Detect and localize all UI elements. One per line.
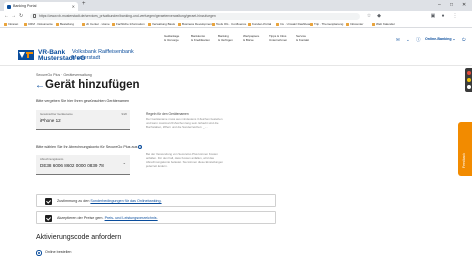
feedback-label: Feedback <box>462 153 466 168</box>
minimize-icon[interactable]: – <box>438 0 441 10</box>
nav-item[interactable]: Banking & Verfügen <box>218 34 233 42</box>
favicon-icon <box>7 4 11 9</box>
device-help-title: Regeln für den Gerätenamen <box>146 112 189 116</box>
forward-nav-icon[interactable]: → <box>11 12 16 20</box>
bookmark-item[interactable]: Tools OG · Confluence <box>212 21 246 28</box>
page-title: Gerät hinzufügen <box>45 79 140 91</box>
screen: Banking Portal ✕ + – □ ✕ ← → ↻ https://w… <box>0 0 472 262</box>
menu-icon[interactable]: ⋮ <box>452 13 458 19</box>
consent-prices-box[interactable]: Akzeptieren der Preise gem. Preis- und L… <box>36 211 276 224</box>
browser-tab[interactable]: Banking Portal ✕ <box>4 2 78 11</box>
close-window-icon[interactable]: ✕ <box>462 0 466 10</box>
info-icon[interactable]: i <box>138 145 143 150</box>
user-icon[interactable] <box>466 85 471 89</box>
notification-icon[interactable] <box>466 71 471 75</box>
address-bar[interactable]: https://www.vb-musterstadt.de/services_p… <box>30 12 360 20</box>
bookmark-item[interactable]: Inv · Umsatz Dashboard <box>276 21 312 28</box>
device-name-input[interactable]: Gewünschter Gerätename 9/20 iPhone 12 <box>36 110 130 130</box>
breadcrumb[interactable]: SecureGo Plus · Geräteverwaltung <box>36 73 92 77</box>
browser-toolbar: ← → ↻ https://www.vb-musterstadt.de/serv… <box>0 11 472 21</box>
nav-item[interactable]: Wertpapiere & Börse <box>243 34 259 42</box>
consent-terms-text: Zustimmung zu den Sonderbedingungen für … <box>57 199 162 203</box>
device-name-label: Gewünschter Gerätename <box>40 112 73 116</box>
star-icon[interactable] <box>466 78 471 82</box>
reload-icon[interactable]: ↻ <box>19 12 23 20</box>
bookmark-item[interactable]: Verwaltung Basis <box>148 21 175 28</box>
consent-prices-text: Akzeptieren der Preise gem. Preis- und L… <box>57 216 158 220</box>
bookmark-item[interactable]: Infocenter <box>346 21 363 28</box>
account-intro-text: Bitte wählen Sie Ihr Abrechnungskonto fü… <box>36 145 143 150</box>
lock-icon <box>33 14 36 18</box>
chevron-down-icon[interactable]: ⌄ <box>406 37 410 43</box>
back-arrow-icon[interactable]: ← <box>35 81 45 91</box>
bookmark-item[interactable]: Intranet <box>4 21 18 28</box>
terms-link[interactable]: Sonderbedingungen für das Onlinebanking. <box>90 199 161 203</box>
bookmark-item[interactable]: Business Development <box>178 21 213 28</box>
account-value: DE38 6006 8602 0000 0839 78 <box>40 162 104 168</box>
bookmarks-bar: Intranet CRM · Dokumente Bestellung vb C… <box>0 21 472 28</box>
device-intro-text: Bitte vergeben Sie hier Ihren gewünschte… <box>36 99 130 103</box>
online-banking-link[interactable]: Online-Banking ⌄ <box>425 37 456 41</box>
maximize-icon[interactable]: □ <box>450 0 453 10</box>
device-name-value[interactable]: iPhone 12 <box>40 118 61 123</box>
bank-alt-name-line2: Musterstadt <box>72 55 101 61</box>
order-online-radio[interactable] <box>36 250 42 256</box>
account-label: Abrechnungskonto <box>40 157 64 161</box>
bookmark-item[interactable]: vb Center · Home <box>82 21 110 28</box>
character-counter: 9/20 <box>121 112 127 116</box>
device-help-text: Der Gerätename muss aus mindestens 3 Zei… <box>146 117 223 129</box>
bank-logo-icon[interactable] <box>18 50 34 60</box>
nav-item[interactable]: Bankkonto & Kreditkarten <box>191 34 210 42</box>
prices-link[interactable]: Preis- und Leistungsverzeichnis. <box>105 216 158 220</box>
close-tab-icon[interactable]: ✕ <box>72 2 75 11</box>
nav-item[interactable]: Geldanlage & Vorsorge <box>164 34 179 42</box>
bookmark-item[interactable]: Kunden-Portal <box>248 21 271 28</box>
extension-icon[interactable]: ◆ <box>376 13 382 19</box>
consent-terms-checkbox[interactable] <box>45 198 52 205</box>
order-online-label[interactable]: Online bestellen <box>45 250 71 256</box>
account-help-text: Bei der Verwendung von SecureGo Plus kön… <box>146 152 223 168</box>
site-header: VR-Bank Musterstadt eG Volksbank Raiffei… <box>0 28 472 66</box>
bookmark-item[interactable]: Trip · Themenplanung <box>310 21 343 28</box>
mail-icon[interactable]: ✉ <box>396 37 400 43</box>
logout-icon[interactable]: ⏻ <box>462 37 466 42</box>
section-title: Aktivierungscode anfordern <box>36 234 122 241</box>
browser-tabstrip: Banking Portal ✕ + – □ ✕ <box>0 0 472 11</box>
bookmark-item[interactable]: Web Kalender <box>372 21 395 28</box>
tab-title: Banking Portal <box>13 4 37 8</box>
nav-item[interactable]: Tipps & Infos Unternehmen <box>269 34 287 42</box>
profile-icon[interactable]: ● <box>440 13 446 19</box>
consent-prices-checkbox[interactable] <box>45 215 52 222</box>
puzzle-icon[interactable]: ▣ <box>430 13 436 19</box>
star-icon[interactable]: ☆ <box>366 13 372 19</box>
nav-item[interactable]: Service & Kontakt <box>296 34 309 42</box>
help-icon[interactable]: ⓘ <box>416 37 421 43</box>
consent-terms-box[interactable]: Zustimmung zu den Sonderbedingungen für … <box>36 194 276 207</box>
new-tab-icon[interactable]: + <box>82 1 86 7</box>
account-select[interactable]: Abrechnungskonto DE38 6006 8602 0000 083… <box>36 155 130 175</box>
bookmark-item[interactable]: Fachliche Information <box>112 21 145 28</box>
bookmark-item[interactable]: CRM · Dokumente <box>24 21 53 28</box>
chevron-down-icon[interactable]: ⌄ <box>123 160 126 165</box>
bookmark-item[interactable]: Bestellung <box>56 21 74 28</box>
back-nav-icon[interactable]: ← <box>4 12 9 20</box>
url-text: https://www.vb-musterstadt.de/services_p… <box>39 13 216 18</box>
